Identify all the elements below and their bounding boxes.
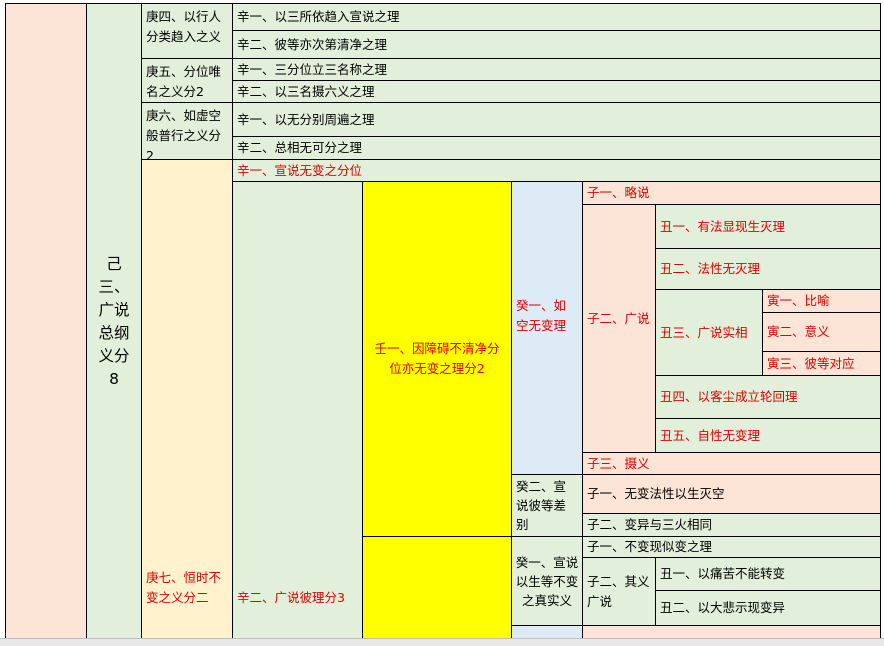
cell-yin3[interactable]: 寅三、彼等对应 bbox=[762, 351, 881, 376]
chou2-text: 丑二、法性无灭理 bbox=[660, 261, 761, 276]
col-a-cell[interactable] bbox=[5, 3, 87, 640]
gb-c2-text: 丑二、以大悲示现变异 bbox=[660, 600, 786, 615]
gui2-text: 癸二、宣说彼等差别 bbox=[516, 479, 567, 532]
cell-chou2[interactable]: 丑二、法性无灭理 bbox=[655, 248, 881, 290]
cell-ren-lower[interactable] bbox=[362, 536, 512, 640]
ren1-text: 壬一、因障碍不清净分位亦无变之理分2 bbox=[374, 341, 500, 376]
yin3-text: 寅三、彼等对应 bbox=[767, 355, 855, 371]
gui2-z1-text: 子一、无变法性以生灭空 bbox=[587, 486, 725, 501]
gui1b-text: 癸一、宣说以生等不变之真实义 bbox=[515, 554, 579, 608]
gb-c1-text: 丑一、以痛苦不能转变 bbox=[660, 566, 786, 581]
g7-x1-text: 辛一、宣说无变之分位 bbox=[237, 162, 363, 178]
cell-gb-c1[interactable]: 丑一、以痛苦不能转变 bbox=[655, 557, 881, 591]
gui1-text: 癸一、如空无变理 bbox=[516, 298, 567, 333]
cell-geng5[interactable]: 庚五、分位唯名之义分2 bbox=[141, 58, 233, 103]
zi1-text: 子一、略说 bbox=[587, 185, 650, 200]
chou5-text: 丑五、自性无变理 bbox=[660, 427, 761, 443]
cell-yin1[interactable]: 寅一、比喻 bbox=[762, 289, 881, 313]
cell-g7-x1[interactable]: 辛一、宣说无变之分位 bbox=[232, 159, 881, 182]
gb-z1-text: 子一、不变现似变之理 bbox=[587, 539, 713, 554]
cell-gui2[interactable]: 癸二、宣说彼等差别 bbox=[511, 474, 583, 537]
cell-g5-x1[interactable]: 辛一、三分位立三名称之理 bbox=[232, 58, 881, 81]
chou1-text: 丑一、有法显现生灭理 bbox=[660, 218, 786, 234]
gui2-z2-text: 子二、变异与三火相同 bbox=[587, 517, 713, 532]
geng4-text: 庚四、以行人分类趋入之义 bbox=[146, 9, 222, 44]
cell-ji3[interactable]: 己三、广说总纲义分8 bbox=[86, 3, 142, 640]
g6-x2-text: 辛二、总相无可分之理 bbox=[237, 140, 363, 155]
cell-chou5[interactable]: 丑五、自性无变理 bbox=[655, 418, 881, 453]
cell-gb-z1[interactable]: 子一、不变现似变之理 bbox=[582, 536, 881, 558]
g7-x2-text: 辛二、广说彼理分3 bbox=[237, 589, 345, 605]
cell-zi2[interactable]: 子二、广说 bbox=[582, 204, 656, 453]
zi3-text: 子三、摄义 bbox=[587, 455, 650, 471]
cell-g7-x2[interactable]: 辛二、广说彼理分3 bbox=[232, 181, 363, 640]
geng5-text: 庚五、分位唯名之义分2 bbox=[146, 64, 222, 99]
gb-z2-text: 子二、其义广说 bbox=[587, 574, 650, 609]
cell-gui2-z2[interactable]: 子二、变异与三火相同 bbox=[582, 513, 881, 537]
chou3-text: 丑三、广说实相 bbox=[660, 324, 748, 340]
cell-geng7[interactable]: 庚七、恒时不变之义分二 bbox=[141, 159, 233, 640]
cell-geng4[interactable]: 庚四、以行人分类趋入之义 bbox=[141, 3, 233, 59]
cell-ren1[interactable]: 壬一、因障碍不清净分位亦无变之理分2 bbox=[362, 181, 512, 537]
cell-chou4[interactable]: 丑四、以客尘成立轮回理 bbox=[655, 375, 881, 419]
chou4-text: 丑四、以客尘成立轮回理 bbox=[660, 389, 798, 404]
cell-gui2-z1[interactable]: 子一、无变法性以生灭空 bbox=[582, 474, 881, 514]
cell-gb-c2[interactable]: 丑二、以大悲示现变异 bbox=[655, 590, 881, 626]
cell-geng6[interactable]: 庚六、如虚空般普行之义分2 bbox=[141, 102, 233, 160]
sheet-tab-bar[interactable] bbox=[0, 638, 884, 646]
yin2-text: 寅二、意义 bbox=[767, 324, 830, 339]
cell-gui1b[interactable]: 癸一、宣说以生等不变之真实义 bbox=[511, 536, 583, 626]
cell-gb-z2[interactable]: 子二、其义广说 bbox=[582, 557, 656, 626]
cell-chou1[interactable]: 丑一、有法显现生灭理 bbox=[655, 204, 881, 249]
cell-chou3[interactable]: 丑三、广说实相 bbox=[655, 289, 763, 376]
cell-g6-x1[interactable]: 辛一、以无分别周遍之理 bbox=[232, 102, 881, 137]
cell-zi3[interactable]: 子三、摄义 bbox=[582, 452, 881, 475]
zi2-text: 子二、广说 bbox=[587, 310, 650, 326]
yin1-text: 寅一、比喻 bbox=[767, 293, 830, 308]
g6-x1-text: 辛一、以无分别周遍之理 bbox=[237, 111, 375, 127]
cell-yin2[interactable]: 寅二、意义 bbox=[762, 312, 881, 352]
cell-g4-x1[interactable]: 辛一、以三所依趋入宣说之理 bbox=[232, 3, 881, 31]
ji3-text: 己三、广说总纲义分8 bbox=[98, 254, 130, 388]
outline-table: 己三、广说总纲义分8 庚四、以行人分类趋入之义 辛一、以三所依趋入宣说之理 辛二… bbox=[0, 0, 884, 646]
cell-zi1[interactable]: 子一、略说 bbox=[582, 181, 881, 205]
cell-g6-x2[interactable]: 辛二、总相无可分之理 bbox=[232, 136, 881, 160]
g4-x2-text: 辛二、彼等亦次第清净之理 bbox=[237, 36, 388, 52]
cell-gui1[interactable]: 癸一、如空无变理 bbox=[511, 181, 583, 475]
g5-x1-text: 辛一、三分位立三名称之理 bbox=[237, 61, 388, 77]
g4-x1-text: 辛一、以三所依趋入宣说之理 bbox=[237, 9, 400, 24]
cell-g5-x2[interactable]: 辛二、以三名摄六义之理 bbox=[232, 80, 881, 103]
geng6-text: 庚六、如虚空般普行之义分2 bbox=[146, 108, 222, 160]
geng7-text: 庚七、恒时不变之义分二 bbox=[146, 569, 222, 605]
cell-g4-x2[interactable]: 辛二、彼等亦次第清净之理 bbox=[232, 30, 881, 59]
g5-x2-text: 辛二、以三名摄六义之理 bbox=[237, 83, 375, 99]
